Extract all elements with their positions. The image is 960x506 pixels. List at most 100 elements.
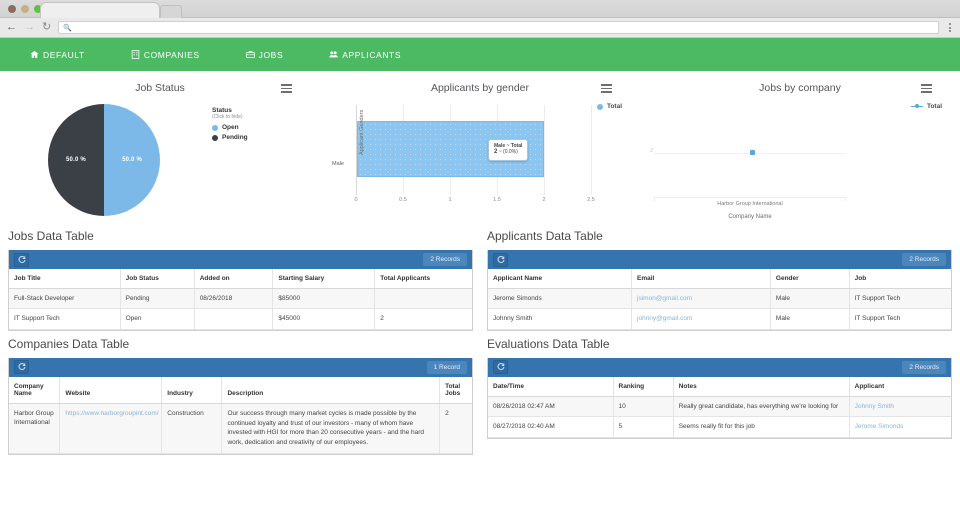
legend-entry-pending[interactable]: Pending: [212, 134, 248, 141]
url-input[interactable]: [74, 23, 934, 32]
table-row[interactable]: Full-Stack Developer Pending 08/26/2018 …: [9, 288, 472, 310]
table-row[interactable]: 08/26/2018 02:47 AM 10 Really great cand…: [488, 396, 951, 418]
column-job-status: Job Status: [119, 269, 195, 289]
table-row[interactable]: Jerome Simonds jsimon@gmail.com Male IT …: [488, 288, 951, 310]
nav-item-companies[interactable]: COMPANIES: [131, 50, 222, 60]
refresh-icon[interactable]: [493, 360, 508, 375]
column-job: Job: [848, 269, 951, 289]
legend-swatch-pending: [212, 134, 218, 141]
users-icon: [329, 50, 338, 59]
jobs-records-badge[interactable]: 2 Records: [423, 253, 467, 266]
browser-tab-strip: [0, 0, 960, 19]
evaluations-records-badge[interactable]: 2 Records: [902, 360, 946, 374]
companies-records-badge[interactable]: 1 Record: [426, 360, 467, 374]
nav-item-applicants[interactable]: APPLICANTS: [329, 50, 423, 60]
x-tick: 0: [354, 197, 358, 203]
column-total-jobs: Total Jobs: [439, 376, 472, 404]
chart-title-job-status: Job Status: [135, 82, 185, 94]
x-tick: 2.5: [587, 197, 595, 203]
legend-swatch-total: [596, 103, 603, 110]
bar-tooltip: Male ~ Total 2 ~ (0.0%): [488, 139, 529, 161]
y-axis-title: Applicant Genders: [359, 109, 365, 155]
line-chart-legend[interactable]: Total: [910, 103, 942, 110]
applicants-table: Applicant Name Email Gender Job Jerome S…: [488, 269, 951, 330]
cell-applicant[interactable]: Jerome Simonds: [848, 416, 951, 438]
companies-table-title: Companies Data Table: [8, 336, 130, 351]
column-description: Description: [221, 376, 440, 404]
cell-starting-salary: $85000: [272, 288, 375, 310]
reload-icon[interactable]: ↻: [42, 22, 51, 33]
refresh-icon[interactable]: [14, 252, 29, 267]
nav-item-jobs-label: JOBS: [258, 49, 284, 60]
jobs-table-header: 2 Records: [9, 250, 472, 269]
address-bar[interactable]: 🔍: [58, 21, 939, 34]
bar-chart-legend[interactable]: Total: [596, 103, 622, 110]
pie-label-open: 50.0 %: [122, 157, 142, 163]
close-window-button[interactable]: [8, 5, 16, 13]
nav-item-companies-label: COMPANIES: [143, 49, 200, 60]
browser-toolbar: ← → ↻ 🔍: [0, 18, 960, 38]
table-row[interactable]: IT Support Tech Open $45000 2: [9, 308, 472, 330]
cell-notes: Seems really fit for this job: [672, 416, 850, 438]
data-point-harbor-group[interactable]: [750, 150, 755, 155]
cell-company-name: Harbor Group International: [9, 403, 60, 454]
jobs-table-header-row: Job Title Job Status Added on Starting S…: [9, 269, 472, 289]
legend-entry-open[interactable]: Open: [212, 124, 248, 131]
nav-item-jobs[interactable]: JOBS: [245, 49, 306, 60]
cell-starting-salary: $45000: [272, 308, 375, 330]
refresh-icon[interactable]: [493, 252, 508, 267]
column-notes: Notes: [672, 376, 850, 397]
applicants-table-panel: Applicants Data Table 2 Records Applican…: [487, 223, 952, 331]
back-arrow-icon[interactable]: ←: [6, 22, 17, 33]
hamburger-menu-icon[interactable]: [601, 84, 612, 93]
refresh-icon[interactable]: [14, 360, 29, 375]
companies-table: Company Name Website Industry Descriptio…: [9, 376, 472, 454]
cell-total-applicants: 2: [374, 308, 472, 330]
legend-label-open: Open: [222, 124, 239, 131]
table-row[interactable]: Harbor Group International https://www.h…: [9, 403, 472, 454]
x-axis-line: [654, 197, 846, 201]
jobs-table: Job Title Job Status Added on Starting S…: [9, 269, 472, 330]
pie-slices[interactable]: 50.0 % 50.0 %: [48, 104, 160, 216]
cell-applicant-name: Jerome Simonds: [488, 288, 632, 310]
x-axis-ticks: 0 0.5 1 1.5 2 2.5: [354, 197, 594, 207]
column-job-title: Job Title: [9, 269, 121, 289]
x-axis-category: Harbor Group International: [717, 201, 783, 207]
cell-date-time: 08/26/2018 02:47 AM: [488, 396, 613, 418]
pie-legend: Status (Click to hide) Open Pending: [212, 107, 248, 141]
hamburger-menu-icon[interactable]: [281, 84, 292, 93]
cell-ranking: 10: [612, 396, 674, 418]
jobs-by-company-chart: Jobs by company Total 2 Harbor Group Int…: [640, 77, 960, 221]
cell-website[interactable]: https://www.harborgroupint.com/: [59, 403, 162, 454]
forward-arrow-icon[interactable]: →: [24, 22, 35, 33]
cell-job-title: IT Support Tech: [9, 308, 121, 330]
gridline: [591, 105, 592, 195]
column-email: Email: [631, 269, 771, 289]
cell-notes: Really great candidate, has everything w…: [672, 396, 850, 418]
cell-email[interactable]: jsimon@gmail.com: [631, 288, 771, 310]
y-tick: 2: [650, 148, 654, 154]
new-tab-button[interactable]: [160, 5, 182, 18]
app-navbar: DEFAULT COMPANIES JOBS APPLICANTS: [0, 38, 960, 71]
cell-email[interactable]: johnny@gmail.com: [631, 308, 771, 330]
browser-tab[interactable]: [40, 2, 160, 19]
applicants-table-header-row: Applicant Name Email Gender Job: [488, 269, 951, 289]
applicants-records-badge[interactable]: 2 Records: [902, 253, 946, 266]
table-row[interactable]: 08/27/2018 02:40 AM 5 Seems really fit f…: [488, 416, 951, 438]
column-gender: Gender: [769, 269, 850, 289]
pie-label-pending: 50.0 %: [66, 157, 86, 163]
table-row[interactable]: Johnny Smith johnny@gmail.com Male IT Su…: [488, 308, 951, 330]
window-controls[interactable]: [8, 5, 42, 13]
x-axis-title: Company Name: [728, 214, 772, 220]
minimize-window-button[interactable]: [21, 5, 29, 13]
column-company-name: Company Name: [9, 376, 60, 404]
kebab-menu-icon[interactable]: [946, 23, 954, 32]
hamburger-menu-icon[interactable]: [921, 84, 932, 93]
cell-applicant[interactable]: Johnny Smith: [848, 396, 951, 418]
cell-description: Our success through many market cycles i…: [221, 403, 440, 454]
applicants-table-title: Applicants Data Table: [487, 229, 603, 243]
cell-gender: Male: [769, 288, 850, 310]
cell-added-on: [193, 308, 273, 330]
cell-job: IT Support Tech: [848, 308, 951, 330]
nav-item-default[interactable]: DEFAULT: [30, 50, 107, 60]
